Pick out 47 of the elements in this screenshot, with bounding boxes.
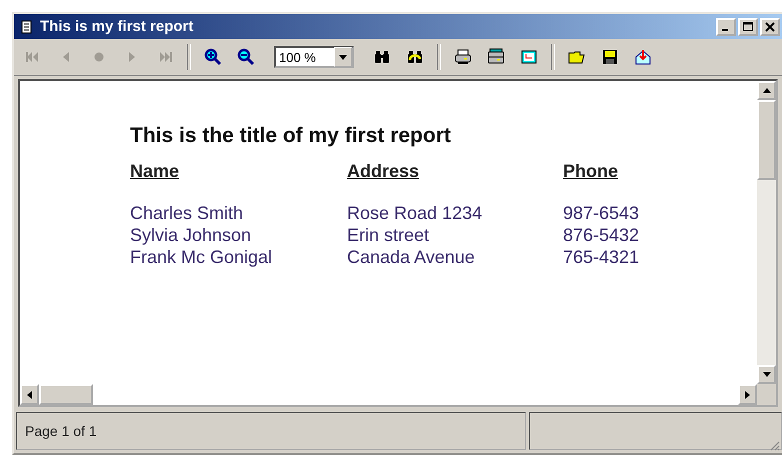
- report-title: This is the title of my first report: [130, 124, 452, 148]
- up-arrow-icon: [762, 88, 770, 93]
- column-header: Name: [130, 160, 180, 182]
- maximize-icon: [743, 22, 753, 32]
- printer-icon: [454, 48, 472, 66]
- window-title: This is my first report: [40, 18, 194, 35]
- binoculars-arrow-icon: [406, 48, 424, 66]
- zoom-in-icon: [204, 48, 222, 66]
- horizontal-scrollbar[interactable]: [20, 384, 757, 405]
- scroll-thumb[interactable]: [757, 100, 776, 180]
- close-icon: [765, 22, 775, 32]
- right-arrow-icon: [745, 390, 750, 398]
- page-setup-icon: [520, 48, 538, 66]
- close-button[interactable]: [760, 18, 780, 36]
- table-cell: Rose Road 1234: [347, 202, 482, 224]
- page-indicator: Page 1 of 1: [25, 423, 97, 439]
- scroll-thumb[interactable]: [39, 384, 93, 405]
- minimize-icon: [722, 28, 728, 30]
- zoom-dropdown[interactable]: 100 %: [274, 46, 354, 68]
- scroll-up-button[interactable]: [757, 81, 776, 100]
- document-icon: [20, 20, 34, 34]
- table-cell: Erin street: [347, 224, 430, 246]
- first-page-icon: [25, 49, 41, 65]
- table-cell: 987-6543: [563, 202, 640, 224]
- printer-icon: [487, 48, 505, 66]
- table-cell: Frank Mc Gonigal: [130, 246, 272, 268]
- column-header: Phone: [563, 160, 618, 182]
- table-cell: Canada Avenue: [347, 246, 475, 268]
- scroll-down-button[interactable]: [757, 365, 776, 384]
- export-icon: [634, 48, 652, 66]
- zoom-out-icon: [237, 48, 255, 66]
- table-cell: Sylvia Johnson: [130, 224, 252, 246]
- column-header: Address: [347, 160, 420, 182]
- scroll-right-button[interactable]: [738, 384, 757, 405]
- table-cell: 876-5432: [563, 224, 640, 246]
- caret-icon: [339, 54, 347, 60]
- binoculars-icon: [373, 48, 391, 66]
- left-arrow-icon: [27, 390, 32, 398]
- vertical-scrollbar[interactable]: [757, 81, 776, 384]
- minimize-button[interactable]: [716, 18, 736, 36]
- scroll-left-button[interactable]: [20, 384, 39, 405]
- down-arrow-icon: [762, 372, 770, 377]
- resize-grip-icon: [768, 439, 780, 451]
- table-cell: 765-4321: [563, 246, 640, 268]
- last-page-icon: [157, 49, 173, 65]
- table-cell: Charles Smith: [130, 202, 244, 224]
- maximize-button[interactable]: [738, 18, 758, 36]
